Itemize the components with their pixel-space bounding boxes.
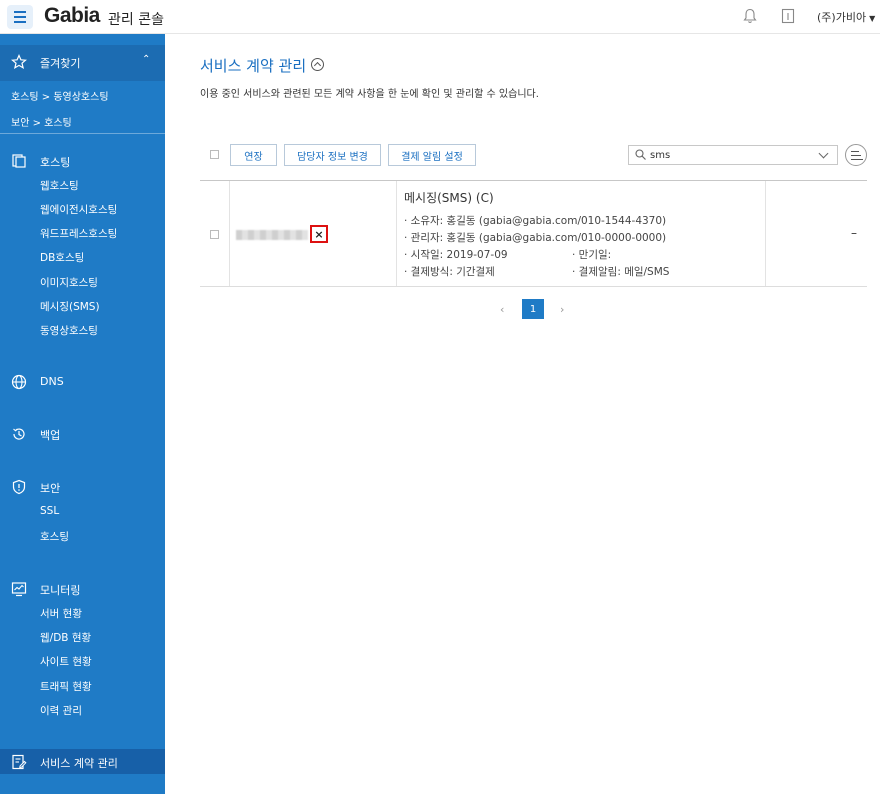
favorite-item[interactable]: 보안 > 호스팅 [11,114,72,129]
sort-icon[interactable] [845,144,867,166]
next-page-button[interactable]: › [560,303,564,316]
payment-alert-button[interactable]: 결제 알림 설정 [388,144,476,166]
divider [396,181,397,286]
account-name: (주)가비아 [817,11,867,24]
page-title: 서비스 계약 관리 [200,57,307,75]
favorite-item[interactable]: 호스팅 > 동영상호스팅 [11,88,109,103]
sidebar-item-service-contract[interactable]: 서비스 계약 관리 [0,749,165,774]
sidebar-item-wordpress-hosting[interactable]: 워드프레스호스팅 [40,226,117,241]
sidebar-item-server-status[interactable]: 서버 현황 [40,606,82,621]
payment-method: · 결제방식: 기간결제 [404,266,495,278]
sidebar-section-label: 보안 [40,482,61,495]
change-manager-button[interactable]: 담당자 정보 변경 [284,144,381,166]
status-value: – [851,226,857,240]
prev-page-button[interactable]: ‹ [500,303,504,316]
divider [0,133,165,134]
sidebar-item-messaging-sms[interactable]: 메시징(SMS) [40,299,100,314]
masked-domain [236,230,308,240]
service-name: 메시징(SMS) (C) [404,191,494,205]
sidebar-item-security-hosting[interactable]: 호스팅 [40,529,69,544]
top-bar: Gabia 관리 콘솔 (주)가비아 ▼ [0,0,880,34]
select-all-checkbox[interactable] [210,150,219,159]
brand-subtitle: 관리 콘솔 [108,12,164,28]
sidebar-section-label: 호스팅 [40,156,71,169]
star-icon [11,54,27,70]
hosting-icon [12,154,26,168]
chevron-down-icon[interactable] [818,148,829,159]
notice-icon[interactable] [781,8,795,24]
page-1-button[interactable]: 1 [522,299,544,319]
history-icon [13,428,25,440]
shield-icon [12,479,26,495]
sidebar-item-web-agency-hosting[interactable]: 웹에이전시호스팅 [40,202,117,217]
sidebar-item-history[interactable]: 이력 관리 [40,703,82,718]
sidebar-item-ssl[interactable]: SSL [40,505,59,517]
sidebar-item-image-hosting[interactable]: 이미지호스팅 [40,275,98,290]
search-icon [635,149,646,160]
manager-info: · 관리자: 홍길동 (gabia@gabia.com/010-0000-000… [404,232,667,244]
sidebar-item-label: 서비스 계약 관리 [40,757,118,770]
divider [765,181,766,286]
renew-button[interactable]: 연장 [230,144,277,166]
sidebar-section-label: 백업 [40,429,61,442]
favorites-header[interactable]: 즐겨찾기 ⌃ [0,45,165,81]
owner-info: · 소유자: 홍길동 (gabia@gabia.com/010-1544-437… [404,215,667,227]
menu-icon[interactable] [7,5,33,29]
chevron-down-icon: ▼ [869,14,876,23]
sidebar-section-label: 모니터링 [40,584,81,597]
monitor-icon [11,582,27,597]
close-icon[interactable]: × [310,225,328,243]
chevron-up-icon[interactable] [311,58,324,71]
favorites-label: 즐겨찾기 [40,57,81,70]
chevron-up-icon[interactable]: ⌃ [142,54,150,65]
sidebar: 즐겨찾기 ⌃ 호스팅 > 동영상호스팅 보안 > 호스팅 호스팅 웹호스팅 웹에… [0,34,165,794]
sidebar-item-site-status[interactable]: 사이트 현황 [40,654,92,669]
search-input[interactable]: sms [628,145,838,165]
table-bottom-border [200,286,867,287]
globe-icon [11,374,27,390]
account-menu[interactable]: (주)가비아 ▼ [817,9,875,25]
row-checkbox[interactable] [210,230,219,239]
sidebar-item-db-hosting[interactable]: DB호스팅 [40,250,84,265]
brand-logo[interactable]: Gabia [44,4,100,28]
contract-icon [12,754,27,770]
sidebar-section-label: DNS [40,375,64,388]
bell-icon[interactable] [743,8,757,24]
expire-date: · 만기일: [572,249,612,261]
start-date: · 시작일: 2019-07-09 [404,249,508,261]
sidebar-item-web-hosting[interactable]: 웹호스팅 [40,178,79,193]
table-top-border [200,180,867,181]
payment-alert-info: · 결제알림: 메일/SMS [572,266,670,278]
divider [229,181,230,286]
sidebar-item-video-hosting[interactable]: 동영상호스팅 [40,323,98,338]
page-description: 이용 중인 서비스와 관련된 모든 계약 사항을 한 눈에 확인 및 관리할 수… [200,89,539,100]
sidebar-item-traffic-status[interactable]: 트래픽 현황 [40,679,92,694]
sidebar-item-web-db-status[interactable]: 웹/DB 현황 [40,630,91,645]
search-value: sms [650,150,671,161]
